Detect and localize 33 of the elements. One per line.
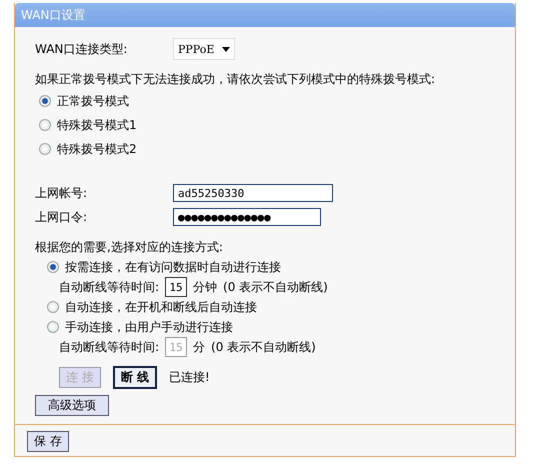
hint-text: (0 表示不自动断线) — [223, 278, 328, 296]
radio-label: 按需连接，在有访问数据时自动进行连接 — [65, 258, 281, 276]
radio-button[interactable] — [47, 301, 59, 313]
unit-label: 分钟 — [193, 278, 218, 296]
action-button[interactable]: 断 线 — [112, 366, 158, 388]
hint-text: 如果正常拨号模式下无法连接成功，请依次尝试下列模式中的特殊拨号模式: — [35, 71, 436, 88]
field-label: WAN口连接类型: — [35, 40, 128, 58]
radio-button[interactable] — [39, 143, 51, 155]
field-label: 上网帐号: — [35, 184, 88, 202]
save-button[interactable]: 保 存 — [27, 431, 69, 452]
radio-button[interactable] — [47, 261, 59, 273]
radio-label: 自动连接，在开机和断线后自动连接 — [65, 298, 257, 316]
radio-button[interactable] — [39, 119, 51, 131]
hint-text: 根据您的需要,选择对应的连接方式: — [35, 239, 224, 256]
input-field[interactable]: ad55250330 — [173, 184, 333, 202]
input-field[interactable]: 15 — [165, 277, 188, 297]
dropdown[interactable]: PPPoE — [173, 38, 236, 60]
field-label: 上网口令: — [35, 208, 88, 226]
hint-text: (0 表示不自动断线) — [211, 338, 316, 356]
advanced-button[interactable]: 高级选项 — [35, 395, 109, 416]
field-label: 自动断线等待时间: — [59, 338, 160, 356]
field-label: 自动断线等待时间: — [59, 278, 160, 296]
radio-button[interactable] — [39, 95, 51, 107]
password-field[interactable]: ●●●●●●●●●●●●●● — [173, 208, 321, 226]
radio-label: 特殊拨号模式2 — [57, 140, 137, 158]
radio-label: 手动连接，由用户手动进行连接 — [65, 318, 233, 336]
radio-button[interactable] — [47, 321, 59, 333]
unit-label: 分 — [193, 338, 206, 356]
status-text: 已连接! — [169, 368, 210, 386]
panel-title: WAN口设置 — [15, 3, 515, 27]
caret-icon — [222, 46, 230, 52]
radio-label: 正常拨号模式 — [57, 92, 129, 110]
radio-label: 特殊拨号模式1 — [57, 116, 137, 134]
